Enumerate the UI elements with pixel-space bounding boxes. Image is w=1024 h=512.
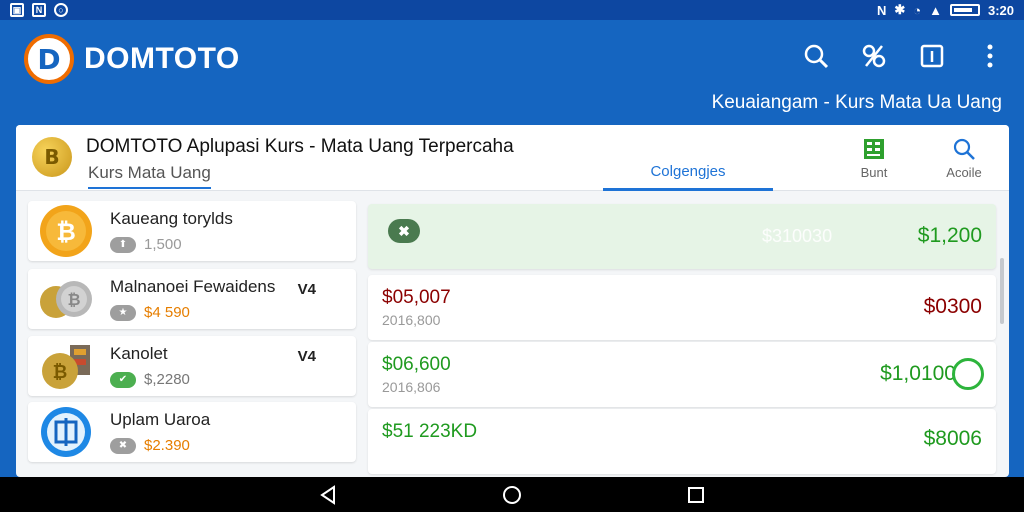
sync-icon: ○ [54, 3, 68, 17]
rate-row[interactable]: $06,600 2016,806 $1,0100 [368, 342, 996, 407]
list-item-value: 1,500 [144, 236, 182, 253]
rate-row[interactable]: ✖ $310030 $1,200 [368, 204, 996, 269]
tab-active[interactable]: Colgengjes [603, 163, 773, 191]
version-badge: V4 [297, 348, 316, 365]
app-bar: D DOMTOTO Keuaiangam - Kurs Mata Ua Uang [0, 20, 1024, 120]
close-icon: ✖ [110, 437, 136, 454]
more-button[interactable] [976, 42, 1004, 70]
recents-icon [688, 486, 704, 503]
card-header: B DOMTOTO Aplupasi Kurs - Mata Uang Terp… [16, 125, 1009, 191]
card-title: DOMTOTO Aplupasi Kurs - Mata Uang Terper… [86, 136, 514, 157]
more-icon [987, 44, 993, 68]
currency-emblem-icon [38, 405, 96, 459]
search-icon [952, 137, 976, 161]
list-item[interactable]: ₿ Kaueang torylds ⬆ 1,500 [28, 201, 356, 261]
home-icon [503, 485, 521, 504]
svg-text:₿: ₿ [53, 362, 68, 383]
brand-logo: D [24, 34, 74, 84]
rate-faint: $310030 [762, 226, 833, 246]
search-icon [804, 44, 829, 69]
rate-secondary: 2016,800 [382, 312, 441, 328]
page-subtitle: Keuaiangam - Kurs Mata Ua Uang [711, 92, 1002, 113]
rate-primary: $06,600 [382, 354, 451, 375]
svg-text:₿: ₿ [67, 290, 80, 309]
battery-icon [949, 4, 980, 16]
recents-button[interactable] [684, 483, 708, 507]
up-arrow-icon: ⬆ [110, 236, 136, 253]
version-badge: V4 [297, 281, 316, 298]
home-button[interactable] [500, 483, 524, 507]
back-icon [320, 484, 335, 505]
list-item-name: Malnanoei Fewaidens [110, 277, 276, 296]
search-button[interactable] [802, 42, 830, 70]
brand-name: DOMTOTO [84, 42, 240, 75]
app-icon: N [32, 3, 46, 17]
list-item-value: $2.390 [144, 437, 190, 454]
main-card: B DOMTOTO Aplupasi Kurs - Mata Uang Terp… [16, 125, 1009, 477]
rate-row[interactable]: $51 223KD $8006 [368, 409, 996, 474]
scrollbar[interactable] [1000, 258, 1004, 324]
list-item-name: Uplam Uaroa [110, 410, 211, 429]
coin-icon: B [32, 137, 72, 177]
coins-stack-icon: ₿ [38, 272, 96, 326]
list-item-value: $4 590 [144, 304, 190, 321]
info-icon [920, 44, 944, 68]
star-icon: ★ [110, 304, 136, 321]
list-item[interactable]: ₿ Kanolet V4 ✔ $,2280 [28, 336, 356, 396]
navigation-bar [0, 477, 1024, 512]
clock: 3:20 [987, 2, 1014, 18]
discount-icon [862, 44, 886, 68]
check-icon: ✔ [110, 371, 136, 388]
rate-primary: $05,007 [382, 287, 451, 308]
back-button[interactable] [316, 483, 340, 507]
list-item-value: $,2280 [144, 371, 190, 388]
signal-icon: ▲ [929, 2, 942, 18]
rate-value: $1,200 [917, 224, 982, 247]
exchange-icon: ✖ [388, 219, 420, 243]
list-item[interactable]: ₿ Malnanoei Fewaidens V4 ★ $4 590 [28, 269, 356, 329]
rate-value: $8006 [923, 427, 982, 450]
bunt-button[interactable]: Bunt [844, 137, 904, 180]
wifi-icon: ◔ [913, 2, 922, 18]
nfc-icon: N [876, 2, 887, 18]
rate-row[interactable]: $05,007 2016,800 $0300 [368, 275, 996, 340]
bluetooth-icon: ✱ [894, 2, 906, 17]
list-item-name: Kanolet [110, 344, 168, 363]
status-ring-icon [952, 358, 984, 390]
notification-icon: ▣ [10, 3, 24, 17]
rate-value: $1,0100 [880, 362, 956, 385]
acoile-button[interactable]: Acoile [934, 137, 994, 180]
rate-value: $0300 [923, 295, 982, 318]
bitcoin-coin-icon: ₿ [38, 204, 96, 258]
tab-kurs[interactable]: Kurs Mata Uang [88, 163, 211, 189]
status-bar: ▣ N ○ N ✱ ◔ ▲ 3:20 [0, 0, 1024, 20]
svg-text:₿: ₿ [56, 218, 76, 246]
list-item-name: Kaueang torylds [110, 209, 233, 228]
rate-primary: $51 223KD [382, 421, 478, 442]
rate-secondary: 2016,806 [382, 379, 441, 395]
bitcoin-wallet-icon: ₿ [38, 339, 96, 393]
bunt-label: Bunt [860, 165, 888, 180]
info-button[interactable] [918, 42, 946, 70]
list-item[interactable]: Uplam Uaroa ✖ $2.390 [28, 402, 356, 462]
acoile-label: Acoile [946, 165, 982, 180]
grid-icon [862, 137, 886, 161]
discount-button[interactable] [860, 42, 888, 70]
